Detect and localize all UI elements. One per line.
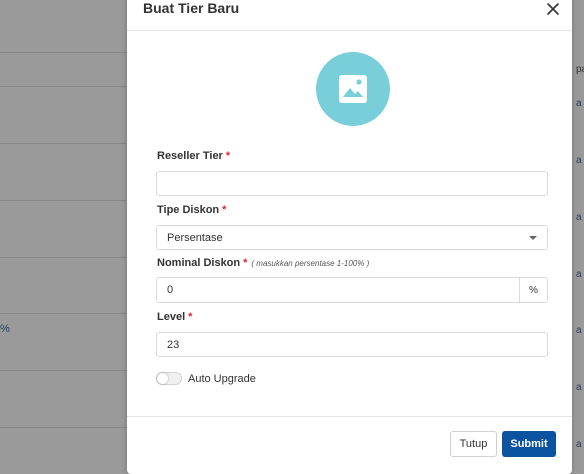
background-link: a <box>576 269 582 280</box>
reseller-tier-input[interactable] <box>156 171 548 196</box>
background-link: a <box>576 212 582 223</box>
background-link: a <box>576 98 582 109</box>
nominal-diskon-input-group: 0 % <box>156 277 548 303</box>
image-icon <box>339 75 367 103</box>
auto-upgrade-row: Auto Upgrade <box>156 372 256 385</box>
background-divider <box>0 313 130 314</box>
background-column-header: pa <box>576 64 584 75</box>
background-divider <box>0 200 130 201</box>
tutup-button[interactable]: Tutup <box>450 431 497 457</box>
auto-upgrade-label: Auto Upgrade <box>188 372 256 385</box>
tipe-diskon-selected-value: Persentase <box>167 231 223 244</box>
background-divider <box>0 257 130 258</box>
background-percent-text: % <box>0 323 10 335</box>
footer-divider <box>127 416 572 417</box>
background-divider <box>0 143 130 144</box>
background-divider <box>0 370 130 371</box>
auto-upgrade-toggle[interactable] <box>156 372 182 385</box>
required-marker: * <box>188 311 193 323</box>
modal-header: Buat Tier Baru <box>127 0 572 28</box>
chevron-down-icon <box>529 236 537 240</box>
tipe-diskon-select[interactable]: Persentase <box>156 225 548 250</box>
background-divider <box>0 86 130 87</box>
create-tier-modal: Buat Tier Baru Reseller Tier * Tipe Disko… <box>127 0 572 474</box>
toggle-knob <box>157 373 168 384</box>
required-marker: * <box>222 204 227 216</box>
modal-title: Buat Tier Baru <box>143 0 240 16</box>
close-button[interactable] <box>544 0 562 18</box>
nominal-diskon-input[interactable]: 0 <box>157 278 519 302</box>
tier-image-upload[interactable] <box>316 52 390 126</box>
background-divider <box>0 52 130 53</box>
reseller-tier-label: Reseller Tier * <box>157 150 231 162</box>
required-marker: * <box>243 257 248 269</box>
required-marker: * <box>225 150 231 162</box>
percent-suffix: % <box>519 278 547 302</box>
level-value: 23 <box>167 338 180 351</box>
close-icon <box>547 3 559 15</box>
nominal-diskon-label: Nominal Diskon *( masukkan persentase 1-1… <box>157 257 370 269</box>
background-link: a <box>576 325 582 336</box>
tipe-diskon-label: Tipe Diskon * <box>157 204 227 216</box>
submit-button[interactable]: Submit <box>502 431 556 457</box>
background-link: a <box>576 382 582 393</box>
background-link: a <box>576 439 582 450</box>
level-input[interactable]: 23 <box>156 332 548 357</box>
header-divider <box>127 30 572 31</box>
nominal-diskon-hint: ( masukkan persentase 1-100% ) <box>251 259 370 268</box>
background-divider <box>0 427 130 428</box>
level-label: Level * <box>157 311 193 323</box>
background-link: a <box>576 155 582 166</box>
